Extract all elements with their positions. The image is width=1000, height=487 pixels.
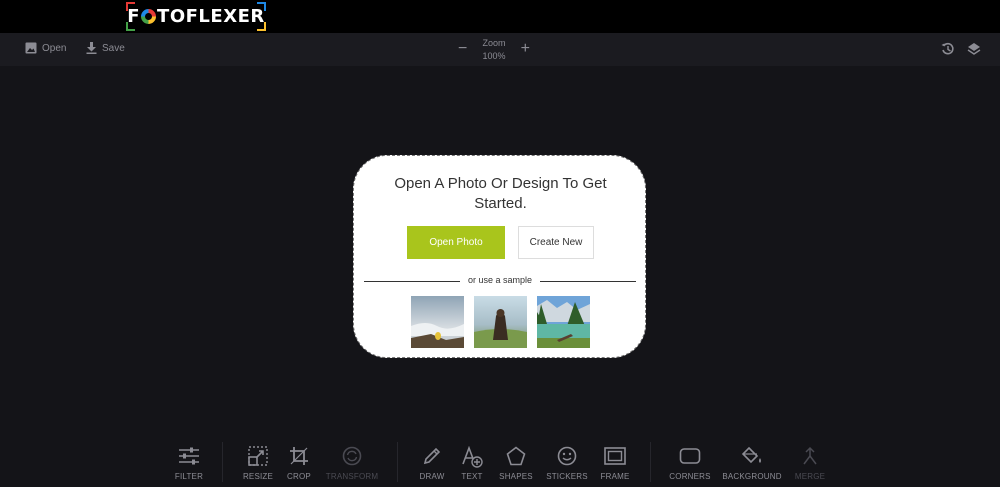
tool-background[interactable]: BACKGROUND	[722, 446, 782, 481]
rounded-rect-icon	[679, 448, 701, 464]
tool-label: DRAW	[419, 472, 445, 481]
sliders-icon	[179, 447, 199, 465]
brand-bar: F TOFLEXER	[0, 0, 1000, 33]
tool-filter[interactable]: FILTER	[159, 446, 219, 481]
tool-label: BACKGROUND	[722, 472, 782, 481]
tool-label: SHAPES	[499, 472, 533, 481]
history-icon[interactable]	[941, 42, 955, 61]
open-label: Open	[42, 42, 67, 54]
text-add-icon	[462, 446, 483, 468]
merge-icon	[803, 446, 817, 465]
open-photo-dialog: Open A Photo Or Design To Get Started. O…	[353, 155, 646, 358]
pencil-icon	[423, 447, 441, 465]
tool-label: CROP	[287, 472, 311, 481]
tool-label: FRAME	[600, 472, 630, 481]
open-button[interactable]: Open	[25, 42, 66, 54]
zoom-control: − Zoom 100% +	[456, 36, 532, 64]
top-toolbar: Open Save − Zoom 100% +	[0, 33, 1000, 66]
save-label: Save	[102, 42, 125, 54]
logo-letters: TOFLEXER	[157, 6, 265, 27]
zoom-label: Zoom	[482, 38, 506, 48]
dialog-title: Open A Photo Or Design To Get Started.	[394, 175, 607, 212]
tool-label: TEXT	[461, 472, 483, 481]
logo-letter-f: F	[127, 6, 141, 27]
create-new-button[interactable]: Create New	[518, 226, 594, 259]
app-window: F TOFLEXER Open Save − Zoom 100% + Open …	[0, 0, 1000, 487]
open-photo-button[interactable]: Open Photo	[407, 226, 505, 259]
download-icon	[86, 42, 97, 54]
toolbar-separator	[397, 442, 398, 482]
logo-text: F TOFLEXER	[127, 6, 264, 27]
sample-thumb-lake-forest[interactable]	[537, 296, 590, 348]
tool-label: FILTER	[174, 472, 204, 481]
toolbar-separator	[222, 442, 223, 482]
logo-o-icon	[141, 9, 157, 24]
zoom-value: 100%	[482, 51, 506, 61]
sample-label: or use a sample	[467, 275, 533, 285]
frame-icon	[604, 447, 626, 465]
tool-label: MERGE	[794, 472, 826, 481]
image-icon	[25, 42, 37, 54]
pentagon-icon	[506, 446, 526, 466]
tool-corners[interactable]: CORNERS	[660, 446, 720, 481]
tool-frame[interactable]: FRAME	[585, 446, 645, 481]
paint-bucket-icon	[741, 446, 761, 464]
layers-icon[interactable]	[967, 42, 981, 61]
smiley-icon	[557, 446, 577, 466]
zoom-out-button[interactable]: −	[458, 41, 467, 57]
tool-merge[interactable]: MERGE	[780, 446, 840, 481]
zoom-in-button[interactable]: +	[521, 41, 530, 57]
save-button[interactable]: Save	[86, 42, 125, 54]
tool-label: TRANSFORM	[325, 472, 379, 481]
sample-thumb-fog-mountain[interactable]	[411, 296, 464, 348]
divider-right	[540, 281, 636, 282]
resize-icon	[248, 446, 268, 466]
tool-crop[interactable]: CROP	[269, 446, 329, 481]
tool-transform[interactable]: TRANSFORM	[322, 446, 382, 481]
tool-label: CORNERS	[669, 472, 711, 481]
fotoflexer-logo[interactable]: F TOFLEXER	[126, 2, 266, 31]
divider-left	[364, 281, 460, 282]
crop-icon	[290, 447, 308, 465]
toolbar-separator	[650, 442, 651, 482]
sample-thumb-woman-hill[interactable]	[474, 296, 527, 348]
tool-label: STICKERS	[546, 472, 588, 481]
transform-icon	[342, 446, 362, 466]
